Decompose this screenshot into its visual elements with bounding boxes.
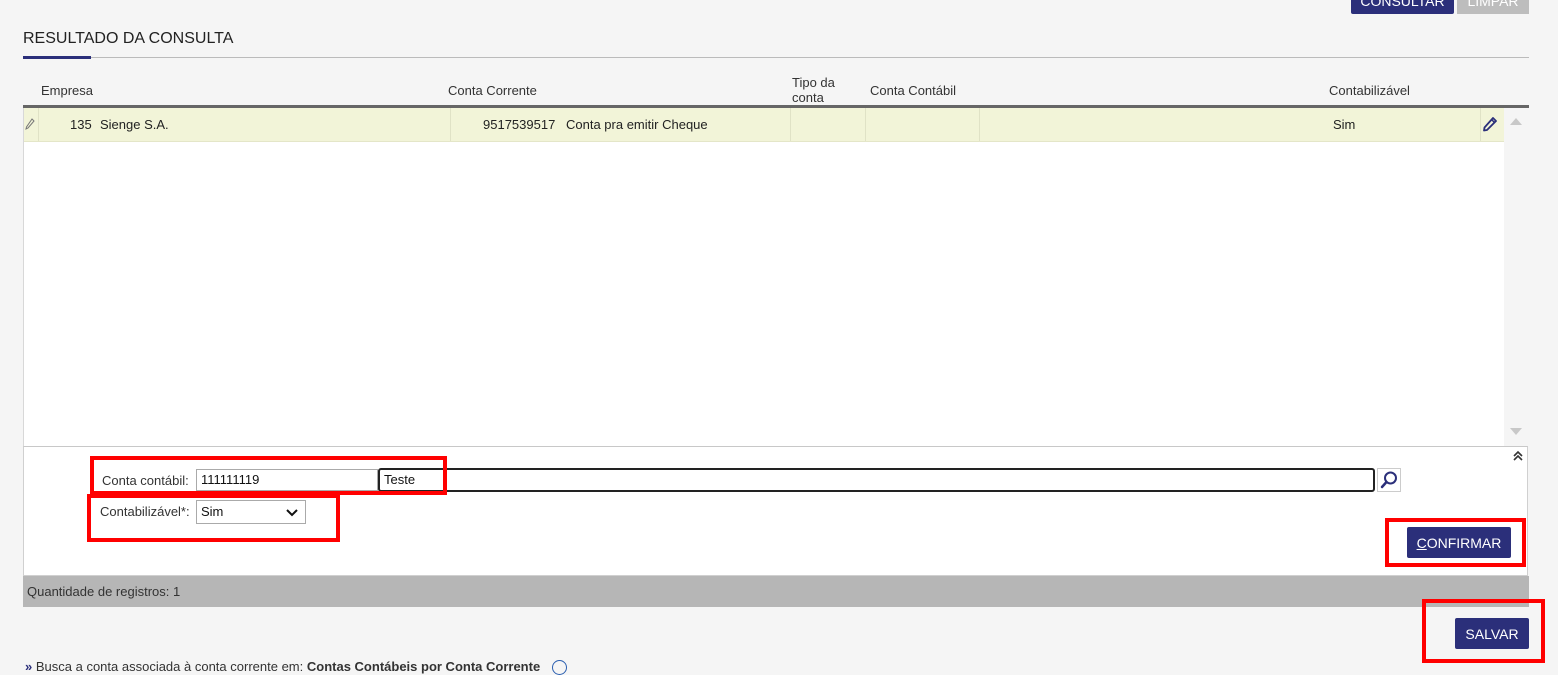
annotation-box-contabilizavel bbox=[87, 494, 340, 542]
collapse-panel-icon[interactable] bbox=[1512, 449, 1524, 467]
conta-contabil-desc-input[interactable]: Teste bbox=[378, 468, 1375, 492]
annotation-box-confirmar bbox=[1385, 518, 1526, 567]
cell-empresa-code: 135 bbox=[70, 117, 92, 132]
search-icon[interactable] bbox=[1377, 468, 1401, 492]
limpar-button[interactable]: LIMPAR bbox=[1457, 0, 1529, 14]
row-edit-indicator-icon bbox=[25, 108, 37, 141]
grid-header: Empresa Conta Corrente Tipo da conta Con… bbox=[23, 70, 1529, 106]
section-title: RESULTADO DA CONSULTA bbox=[23, 30, 234, 47]
consultar-button-label: CONSULTAR bbox=[1360, 0, 1445, 9]
table-row[interactable]: 135 Sienge S.A. 9517539517 Conta pra emi… bbox=[24, 108, 1505, 142]
cell-empresa-name: Sienge S.A. bbox=[100, 117, 169, 132]
annotation-box-salvar bbox=[1422, 599, 1545, 663]
column-header-contabilizavel[interactable]: Contabilizável bbox=[1329, 83, 1410, 98]
column-header-conta-contabil[interactable]: Conta Contábil bbox=[870, 83, 956, 98]
grid-scrollbar[interactable] bbox=[1504, 108, 1529, 446]
consultar-button[interactable]: CONSULTAR bbox=[1351, 0, 1454, 14]
records-count-text: Quantidade de registros: 1 bbox=[27, 584, 181, 599]
scroll-up-arrow-icon[interactable] bbox=[1510, 118, 1522, 125]
column-header-conta-corrente[interactable]: Conta Corrente bbox=[448, 83, 537, 98]
column-header-tipo-conta-line2: conta bbox=[792, 90, 824, 105]
cell-conta-corrente-num: 9517539517 bbox=[483, 117, 556, 132]
bottom-note-link[interactable]: Contas Contábeis por Conta Corrente bbox=[307, 659, 540, 674]
column-header-tipo-conta[interactable]: Tipo da conta bbox=[792, 75, 835, 105]
annotation-box-conta-contabil bbox=[90, 456, 447, 495]
column-header-tipo-conta-line1: Tipo da bbox=[792, 75, 835, 90]
double-chevron-right-icon: » bbox=[25, 659, 33, 674]
section-title-accent bbox=[23, 56, 91, 59]
cell-conta-corrente-desc: Conta pra emitir Cheque bbox=[566, 117, 708, 132]
grid-body: 135 Sienge S.A. 9517539517 Conta pra emi… bbox=[23, 108, 1505, 446]
records-count-bar: Quantidade de registros: 1 bbox=[23, 576, 1529, 607]
bottom-note-prefix: Busca a conta associada à conta corrente… bbox=[35, 659, 304, 674]
info-icon[interactable] bbox=[551, 660, 567, 675]
limpar-button-label: LIMPAR bbox=[1467, 0, 1519, 9]
row-edit-pencil-icon[interactable] bbox=[1482, 108, 1502, 141]
bottom-note: » Busca a conta associada à conta corren… bbox=[25, 659, 567, 675]
column-header-empresa[interactable]: Empresa bbox=[41, 83, 93, 98]
cell-contabilizavel: Sim bbox=[1333, 117, 1356, 132]
scroll-down-arrow-icon[interactable] bbox=[1510, 428, 1522, 435]
section-divider bbox=[23, 57, 1529, 58]
